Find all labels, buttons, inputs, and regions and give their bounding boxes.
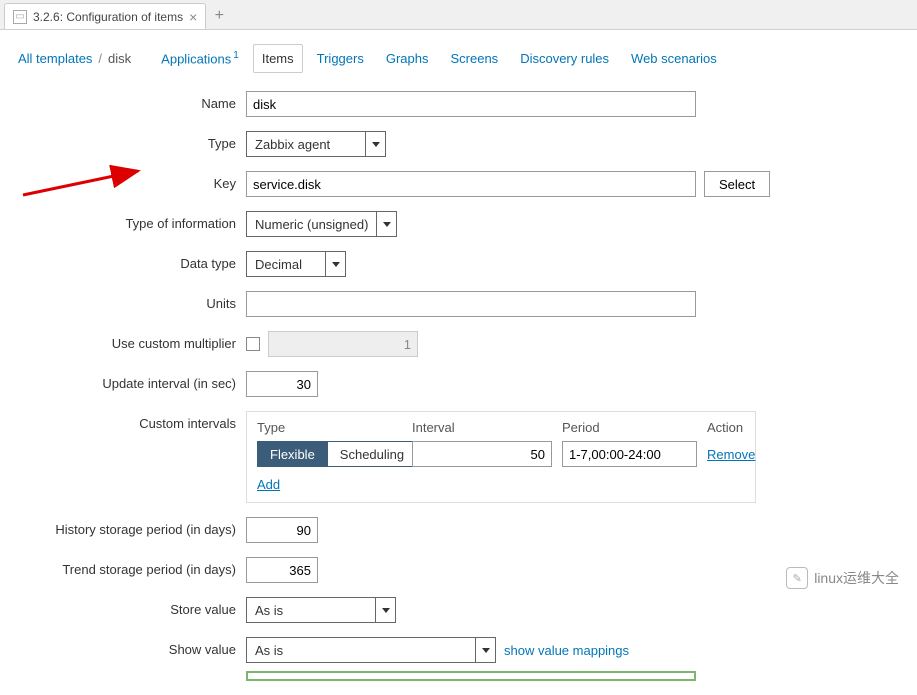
trend-input[interactable] — [246, 557, 318, 583]
tab-web-scenarios[interactable]: Web scenarios — [623, 45, 725, 72]
show-value-label: Show value — [36, 637, 236, 657]
data-type-select[interactable]: Decimal — [246, 251, 346, 277]
info-type-label: Type of information — [36, 211, 236, 231]
tab-applications[interactable]: Applications1 — [153, 44, 247, 72]
breadcrumb-all-templates[interactable]: All templates — [18, 51, 92, 66]
breadcrumb-current: disk — [108, 51, 131, 66]
show-value-select[interactable]: As is — [246, 637, 496, 663]
units-label: Units — [36, 291, 236, 311]
chevron-down-icon — [475, 638, 495, 662]
multiplier-checkbox[interactable] — [246, 337, 260, 351]
multiplier-label: Use custom multiplier — [36, 331, 236, 351]
tab-triggers[interactable]: Triggers — [309, 45, 372, 72]
col-period: Period — [562, 420, 707, 435]
remove-link[interactable]: Remove — [707, 447, 755, 462]
key-input[interactable] — [246, 171, 696, 197]
history-input[interactable] — [246, 517, 318, 543]
new-tab-button[interactable]: + — [206, 3, 232, 29]
store-value-label: Store value — [36, 597, 236, 617]
toggle-flexible[interactable]: Flexible — [257, 441, 328, 467]
tab-screens[interactable]: Screens — [442, 45, 506, 72]
store-value-select[interactable]: As is — [246, 597, 396, 623]
name-input[interactable] — [246, 91, 696, 117]
key-label: Key — [36, 171, 236, 191]
chevron-down-icon — [375, 598, 395, 622]
chevron-down-icon — [376, 212, 396, 236]
interval-type-toggle: Flexible Scheduling — [257, 441, 412, 467]
select-button[interactable]: Select — [704, 171, 770, 197]
custom-intervals-box: Type Interval Period Action Flexible Sch… — [246, 411, 756, 503]
tab-discovery[interactable]: Discovery rules — [512, 45, 617, 72]
nav-tabs-row: All templates / disk Applications1 Items… — [18, 44, 899, 73]
watermark: ✎ linux运维大全 — [786, 567, 899, 589]
interval-value-input[interactable] — [412, 441, 552, 467]
period-input[interactable] — [562, 441, 697, 467]
name-label: Name — [36, 91, 236, 111]
multiplier-input — [268, 331, 418, 357]
browser-tab-strip: ▭ 3.2.6: Configuration of items × + — [0, 0, 917, 30]
chevron-down-icon — [325, 252, 345, 276]
show-value-mappings-link[interactable]: show value mappings — [504, 643, 629, 658]
add-interval-link[interactable]: Add — [257, 477, 280, 492]
item-form: Name Type Zabbix agent Key Select Type o… — [36, 91, 719, 663]
custom-intervals-label: Custom intervals — [36, 411, 236, 431]
col-interval: Interval — [412, 420, 562, 435]
toggle-scheduling[interactable]: Scheduling — [328, 441, 417, 467]
data-type-label: Data type — [36, 251, 236, 271]
type-select[interactable]: Zabbix agent — [246, 131, 386, 157]
tab-graphs[interactable]: Graphs — [378, 45, 437, 72]
trend-label: Trend storage period (in days) — [36, 557, 236, 577]
tab-items[interactable]: Items — [253, 44, 303, 73]
type-label: Type — [36, 131, 236, 151]
info-type-select[interactable]: Numeric (unsigned) — [246, 211, 397, 237]
col-action: Action — [707, 420, 767, 435]
col-type: Type — [257, 420, 412, 435]
highlight-box — [246, 671, 696, 681]
breadcrumb-sep: / — [98, 51, 102, 66]
update-interval-label: Update interval (in sec) — [36, 371, 236, 391]
tab-title: 3.2.6: Configuration of items — [33, 10, 183, 24]
history-label: History storage period (in days) — [36, 517, 236, 537]
chevron-down-icon — [365, 132, 385, 156]
page-icon: ▭ — [13, 10, 27, 24]
wechat-icon: ✎ — [786, 567, 808, 589]
close-icon[interactable]: × — [189, 9, 197, 25]
update-interval-input[interactable] — [246, 371, 318, 397]
units-input[interactable] — [246, 291, 696, 317]
browser-tab-active[interactable]: ▭ 3.2.6: Configuration of items × — [4, 3, 206, 29]
